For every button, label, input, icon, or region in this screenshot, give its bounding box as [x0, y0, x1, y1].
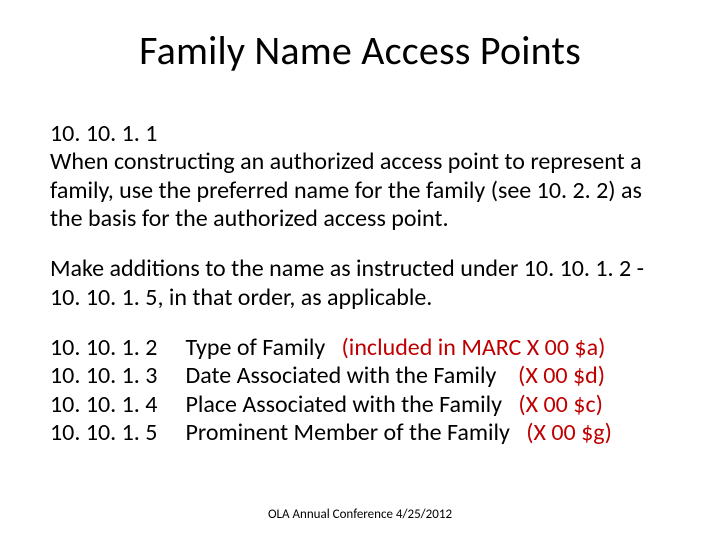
list-item: 10. 10. 1. 2 Type of Family (included in…: [50, 334, 670, 362]
slide-body: 10. 10. 1. 1 When constructing an author…: [50, 120, 670, 447]
item-marc: (X 00 $c): [518, 390, 603, 419]
section-number: 10. 10. 1. 1: [50, 120, 670, 148]
item-label: Prominent Member of the Family: [185, 418, 509, 447]
item-label: Type of Family: [185, 333, 325, 362]
item-number: 10. 10. 1. 4: [50, 391, 180, 419]
section-block: 10. 10. 1. 1 When constructing an author…: [50, 120, 670, 233]
list-item: 10. 10. 1. 4 Place Associated with the F…: [50, 391, 670, 419]
additions-list: 10. 10. 1. 2 Type of Family (included in…: [50, 334, 670, 447]
paragraph-2: Make additions to the name as instructed…: [50, 255, 670, 312]
paragraph-1: When constructing an authorized access p…: [50, 148, 670, 233]
item-marc: (X 00 $g): [526, 418, 612, 447]
item-marc: (included in MARC X 00 $a): [342, 333, 606, 362]
item-label: Date Associated with the Family: [185, 361, 496, 390]
item-label: Place Associated with the Family: [185, 390, 502, 419]
slide-title: Family Name Access Points: [0, 26, 720, 75]
item-marc: (X 00 $d): [518, 361, 605, 390]
item-number: 10. 10. 1. 5: [50, 419, 180, 447]
slide-footer: OLA Annual Conference 4/25/2012: [0, 507, 720, 522]
item-number: 10. 10. 1. 2: [50, 334, 180, 362]
list-item: 10. 10. 1. 3 Date Associated with the Fa…: [50, 362, 670, 390]
item-number: 10. 10. 1. 3: [50, 362, 180, 390]
slide: Family Name Access Points 10. 10. 1. 1 W…: [0, 0, 720, 540]
list-item: 10. 10. 1. 5 Prominent Member of the Fam…: [50, 419, 670, 447]
